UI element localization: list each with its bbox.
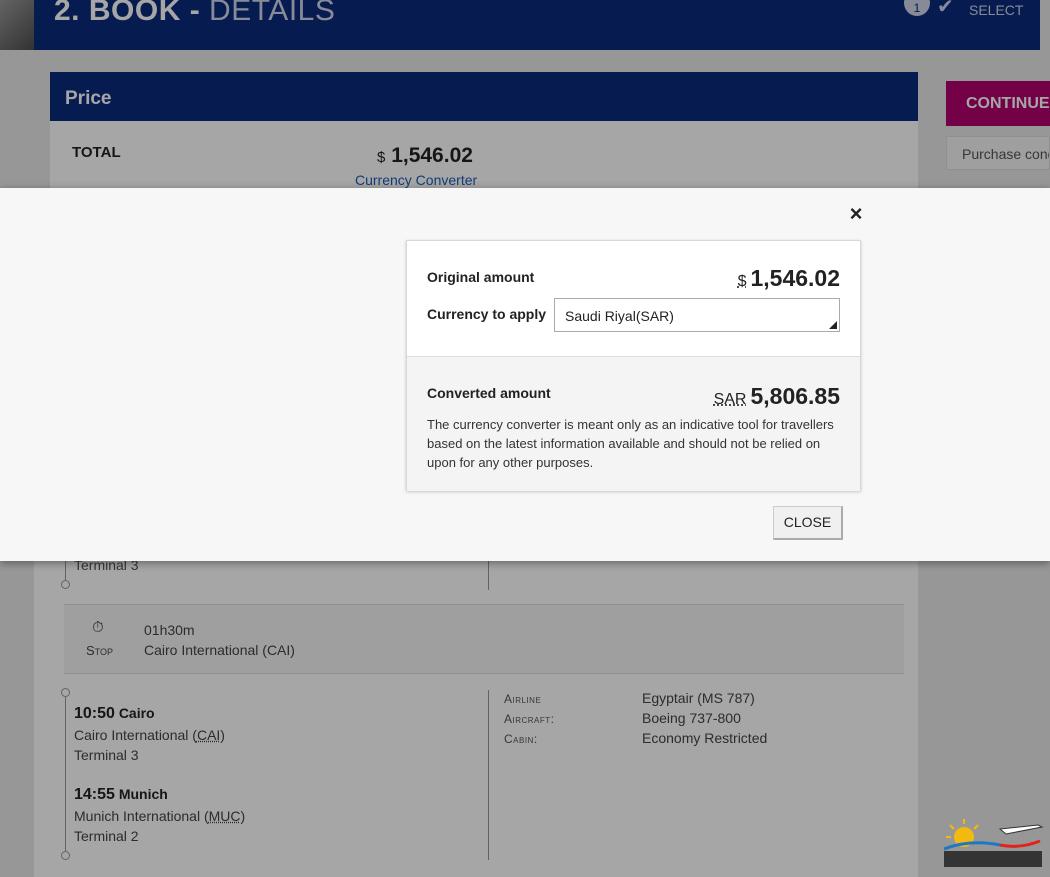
converter-result-section: Converted amount SAR 5,806.85 The currenc… bbox=[407, 357, 860, 491]
original-currency: $ bbox=[737, 273, 747, 290]
original-amount-value: 1,546.02 bbox=[750, 265, 840, 291]
converter-disclaimer: The currency converter is meant only as … bbox=[427, 417, 834, 470]
converted-amount-label: Converted amount bbox=[427, 385, 551, 401]
currency-select-value: Saudi Riyal(SAR) bbox=[565, 308, 674, 324]
close-icon[interactable]: × bbox=[845, 203, 867, 225]
close-button[interactable]: CLOSE bbox=[773, 506, 843, 540]
select-resize-icon bbox=[829, 321, 837, 329]
currency-converter-modal: × Original amount $1,546.02 Currency to … bbox=[0, 188, 1050, 561]
arabtrvl-watermark-logo bbox=[943, 819, 1044, 867]
converter-input-section: Original amount $1,546.02 Currency to ap… bbox=[407, 241, 860, 357]
converted-currency: SAR bbox=[713, 391, 747, 408]
converter-card: Original amount $1,546.02 Currency to ap… bbox=[406, 240, 861, 491]
original-amount-label: Original amount bbox=[427, 269, 535, 285]
original-amount: $1,546.02 bbox=[738, 265, 840, 292]
converted-amount: SAR 5,806.85 bbox=[714, 383, 840, 410]
converted-amount-value: 5,806.85 bbox=[750, 383, 840, 409]
currency-select[interactable]: Saudi Riyal(SAR) bbox=[554, 298, 840, 332]
currency-to-apply-label: Currency to apply bbox=[427, 306, 547, 322]
